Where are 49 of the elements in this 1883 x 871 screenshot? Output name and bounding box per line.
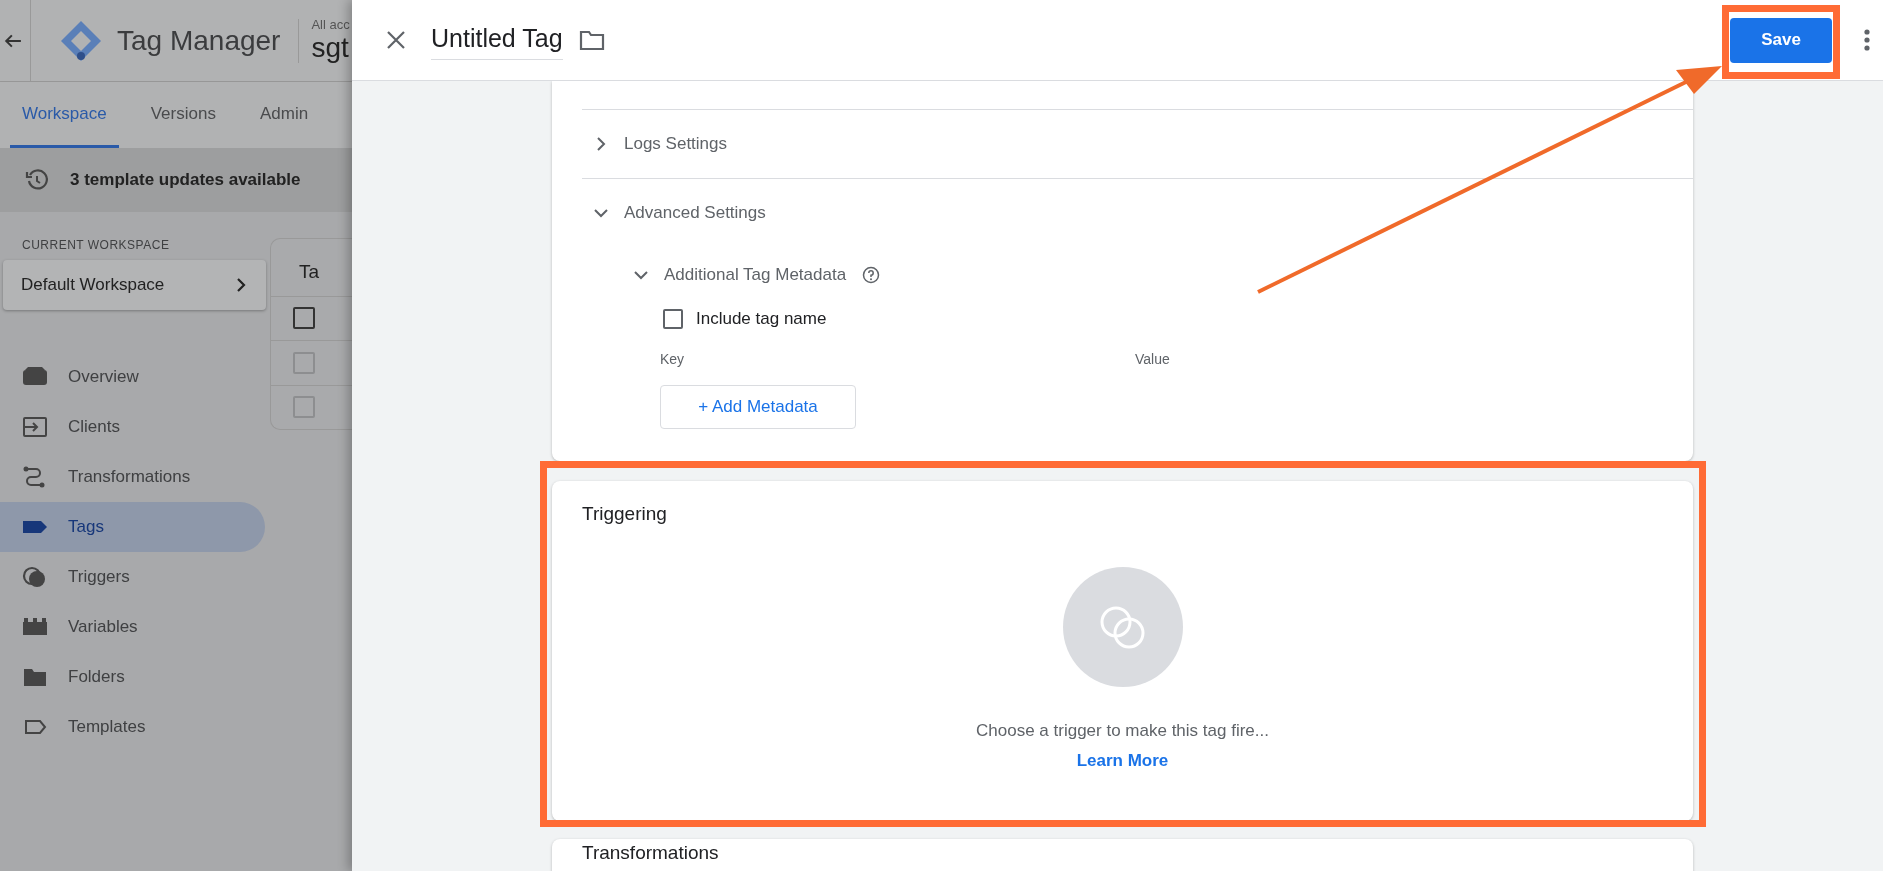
add-metadata-button[interactable]: + Add Metadata: [660, 385, 856, 429]
sign-in-icon: [22, 415, 48, 439]
learn-more-link[interactable]: Learn More: [1076, 751, 1169, 771]
transformations-card[interactable]: Transformations: [552, 839, 1693, 871]
diamond-logo-icon: [59, 18, 103, 63]
checkbox[interactable]: [293, 307, 315, 330]
chevron-right-icon[interactable]: [594, 137, 608, 151]
nav-tab[interactable]: Admin: [247, 82, 321, 148]
sidebar-item[interactable]: Templates: [0, 702, 265, 752]
sidebar-item[interactable]: Clients: [0, 402, 265, 452]
triggering-card[interactable]: Triggering Choose a trigger to make this tag fire... Learn More: [552, 481, 1693, 821]
nav-tab[interactable]: Versions: [138, 82, 228, 148]
subsection-heading[interactable]: Additional Tag Metadata: [664, 265, 847, 285]
column-header: Key: [660, 351, 686, 367]
circles-icon: [22, 565, 48, 589]
app-title: Tag Manager: [117, 24, 281, 57]
tag-name-field[interactable]: Untitled Tag: [431, 20, 563, 60]
sidebar-item[interactable]: Triggers: [0, 552, 265, 602]
checkbox[interactable]: [293, 351, 315, 374]
chevron-right-icon: [234, 278, 248, 292]
sidebar-item[interactable]: Folders: [0, 652, 265, 702]
card-title: Transformations: [582, 842, 720, 864]
card-title: Triggering: [582, 503, 667, 525]
chevron-down-icon[interactable]: [634, 268, 648, 282]
card-title: Ta: [298, 260, 321, 284]
update-banner-text: 3 template updates available: [70, 170, 301, 190]
save-button[interactable]: Save: [1730, 17, 1832, 63]
account-label: All acc: [311, 17, 350, 32]
column-header: Value: [1135, 351, 1170, 367]
chevron-down-icon[interactable]: [594, 206, 608, 220]
workspace-selector[interactable]: Default Workspace: [3, 260, 266, 310]
empty-state-message: Choose a trigger to make this tag fire...: [976, 721, 1269, 741]
section-heading[interactable]: Advanced Settings: [624, 203, 766, 223]
sidebar-item[interactable]: Variables: [0, 602, 265, 652]
sidebar-item[interactable]: Overview: [0, 352, 265, 402]
help-icon[interactable]: [862, 266, 881, 284]
section-label: CURRENT WORKSPACE: [22, 238, 171, 252]
more-options-icon[interactable]: [1864, 29, 1870, 51]
checkbox-label: Include tag name: [696, 309, 827, 329]
container-name: sgt: [311, 32, 350, 64]
section-heading[interactable]: Logs Settings: [624, 134, 727, 154]
sidebar-item[interactable]: Transformations: [0, 452, 265, 502]
checkbox[interactable]: [293, 396, 315, 419]
refresh-clock-icon: [24, 168, 50, 192]
overlapping-circles-icon: [1062, 567, 1183, 687]
sidebar-item[interactable]: Tags: [0, 502, 265, 552]
checkbox[interactable]: [663, 309, 683, 329]
close-icon[interactable]: [385, 29, 407, 51]
folder-outline-icon[interactable]: [578, 29, 605, 51]
